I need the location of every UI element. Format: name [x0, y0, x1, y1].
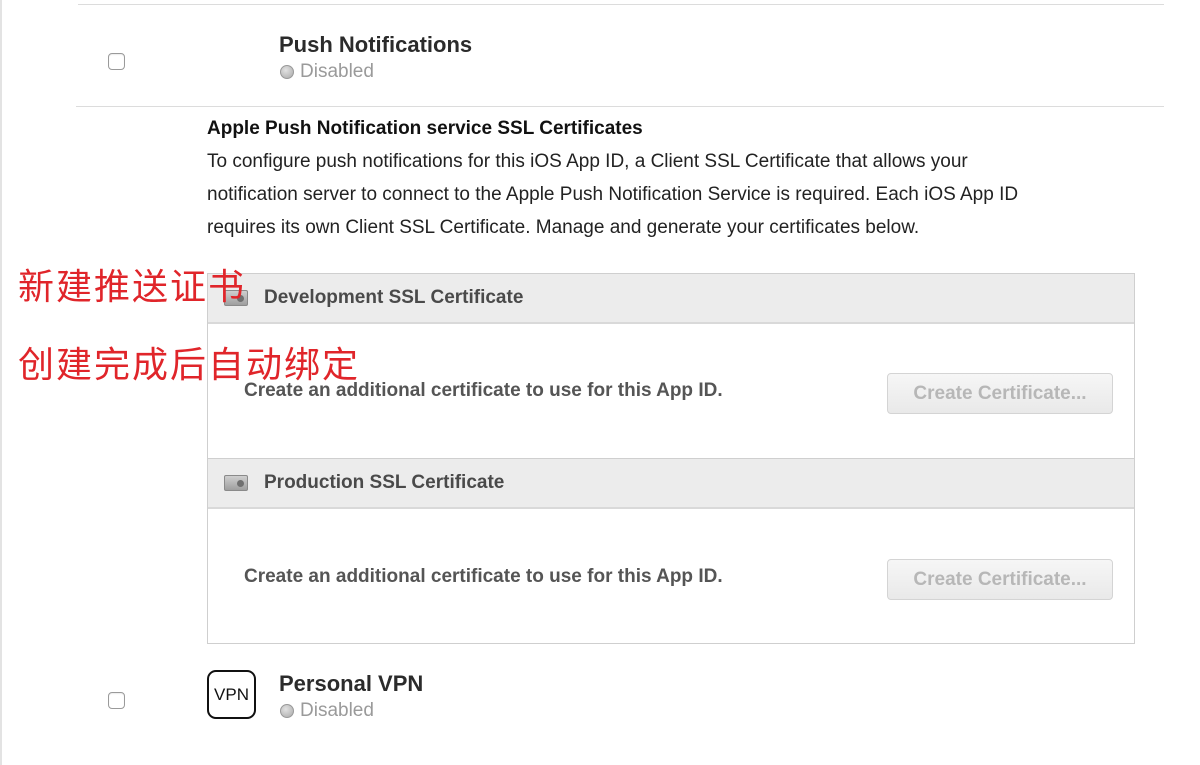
development-cert-title: Development SSL Certificate — [264, 287, 524, 308]
ssl-section-description: To configure push notifications for this… — [207, 145, 1127, 244]
personal-vpn-status: Disabled — [280, 700, 374, 722]
description-line: requires its own Client SSL Certificate.… — [207, 217, 920, 238]
development-create-certificate-button[interactable]: Create Certificate... — [887, 373, 1113, 414]
ssl-section-title: Apple Push Notification service SSL Cert… — [207, 118, 643, 139]
development-cert-header: Development SSL Certificate — [208, 274, 1134, 324]
production-cert-header: Production SSL Certificate — [208, 459, 1134, 509]
push-notifications-title: Push Notifications — [279, 32, 473, 57]
section-divider — [76, 106, 1164, 107]
personal-vpn-checkbox[interactable] — [108, 692, 125, 709]
status-dot-icon — [280, 65, 294, 79]
push-notifications-checkbox[interactable] — [108, 53, 125, 70]
annotation-auto-bind: 创建完成后自动绑定 — [18, 345, 361, 386]
push-notifications-status: Disabled — [280, 61, 374, 83]
vpn-icon-label: VPN — [214, 684, 249, 704]
vpn-icon: VPN — [207, 670, 256, 719]
production-create-certificate-button[interactable]: Create Certificate... — [887, 559, 1113, 600]
production-cert-panel: Production SSL Certificate Create an add… — [207, 458, 1135, 644]
personal-vpn-status-label: Disabled — [300, 700, 374, 721]
personal-vpn-title: Personal VPN — [279, 671, 424, 696]
description-line: notification server to connect to the Ap… — [207, 184, 1019, 205]
certificate-icon — [224, 475, 248, 491]
status-dot-icon — [280, 704, 294, 718]
left-border — [0, 0, 2, 765]
production-cert-title: Production SSL Certificate — [264, 472, 505, 493]
description-line: To configure push notifications for this… — [207, 151, 968, 172]
annotation-new-push-certificate: 新建推送证书 — [18, 267, 247, 308]
top-divider — [78, 4, 1164, 5]
production-cert-body-text: Create an additional certificate to use … — [244, 566, 723, 587]
push-notifications-status-label: Disabled — [300, 61, 374, 82]
